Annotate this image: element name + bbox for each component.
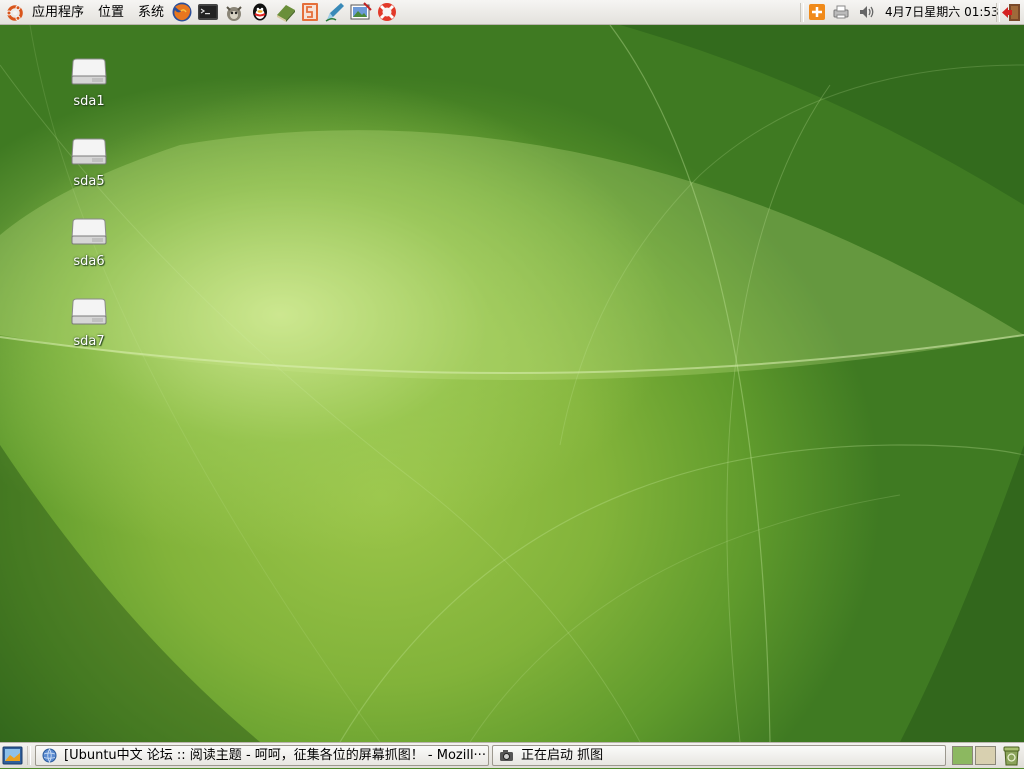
trash-icon[interactable]	[1001, 745, 1022, 766]
desktop-icon-sda6[interactable]: sda6	[52, 213, 126, 283]
workspace-2[interactable]	[975, 746, 996, 765]
globe-icon	[42, 748, 57, 763]
screenshot-icon[interactable]	[350, 1, 372, 23]
tray-separator	[800, 3, 804, 22]
camera-icon	[500, 750, 513, 761]
taskbar-button-label: [Ubuntu中文 论坛 :: 阅读主题 - 呵呵，征集各位的屏幕抓图！ - M…	[64, 748, 486, 763]
drive-icon	[71, 58, 107, 85]
desktop-icon-label: sda5	[73, 174, 105, 189]
help-icon[interactable]	[376, 1, 398, 23]
places-menu[interactable]: 位置	[98, 0, 124, 25]
desktop-icon-label: sda6	[73, 254, 105, 269]
taskbar-button-label: 正在启动 抓图	[521, 748, 604, 763]
clock-separator	[996, 3, 1000, 22]
desktop-icon-label: sda7	[73, 334, 105, 349]
editor-icon[interactable]	[324, 1, 346, 23]
panel-separator	[27, 746, 31, 765]
show-desktop-icon[interactable]	[2, 745, 23, 766]
desktop-icon-label: sda1	[73, 94, 105, 109]
terminal-icon[interactable]	[197, 1, 219, 23]
wallpaper-swirls	[0, 25, 1024, 742]
desktop-icon-sda5[interactable]: sda5	[52, 133, 126, 203]
printer-icon[interactable]	[832, 3, 850, 21]
drive-icon	[71, 218, 107, 245]
bottom-panel: [Ubuntu中文 论坛 :: 阅读主题 - 呵呵，征集各位的屏幕抓图！ - M…	[0, 742, 1024, 768]
clock[interactable]: 4月7日星期六 01:53	[885, 0, 999, 25]
drive-icon	[71, 138, 107, 165]
drive-icon	[71, 298, 107, 325]
top-panel: 应用程序 位置 系统 4月7日星期六 01:53	[0, 0, 1024, 25]
system-menu[interactable]: 系统	[138, 0, 164, 25]
ubuntu-logo-icon[interactable]	[6, 4, 24, 22]
qq-icon[interactable]	[249, 1, 271, 23]
volume-icon[interactable]	[858, 3, 876, 21]
update-notifier-icon[interactable]	[808, 3, 826, 21]
logout-icon[interactable]	[1001, 2, 1022, 23]
applications-menu[interactable]: 应用程序	[32, 0, 84, 25]
workspace-1[interactable]	[952, 746, 973, 765]
impress-icon[interactable]	[299, 1, 321, 23]
gimp-icon[interactable]	[223, 1, 245, 23]
taskbar-button-browser[interactable]: [Ubuntu中文 论坛 :: 阅读主题 - 呵呵，征集各位的屏幕抓图！ - M…	[35, 745, 489, 766]
desktop[interactable]: sda1 sda5 sda6 sda7	[0, 25, 1024, 742]
desktop-icon-sda7[interactable]: sda7	[52, 293, 126, 363]
firefox-icon[interactable]	[171, 1, 193, 23]
taskbar-button-screenshot[interactable]: 正在启动 抓图	[492, 745, 946, 766]
dictionary-icon[interactable]	[275, 1, 297, 23]
desktop-icon-sda1[interactable]: sda1	[52, 53, 126, 123]
